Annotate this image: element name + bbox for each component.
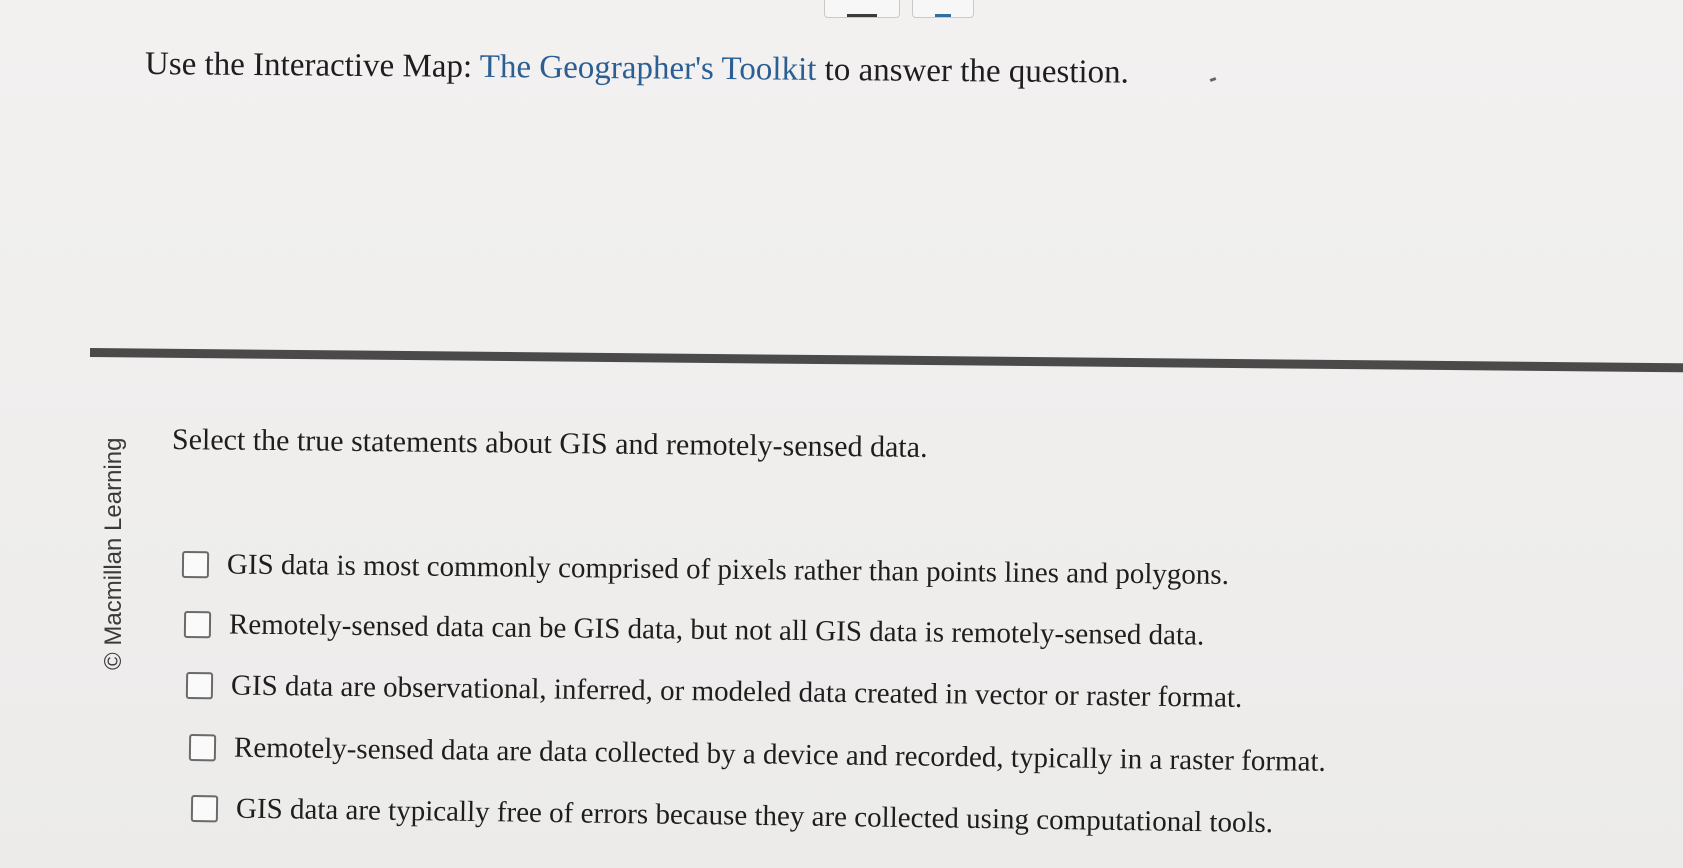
- top-tab-left[interactable]: [824, 0, 900, 18]
- tab-indicator: [935, 14, 951, 17]
- answer-option-label: GIS data are typically free of errors be…: [235, 792, 1274, 840]
- answer-option[interactable]: GIS data is most commonly comprised of p…: [181, 548, 1230, 592]
- answer-checkbox[interactable]: [190, 795, 219, 823]
- answer-checkbox[interactable]: [181, 551, 210, 579]
- answer-option[interactable]: GIS data are observational, inferred, or…: [185, 669, 1243, 715]
- section-divider: [89, 348, 1683, 373]
- instruction-text: Use the Interactive Map: The Geographer'…: [145, 46, 1129, 92]
- copyright-credit: © Macmillan Learning: [100, 437, 127, 670]
- interactive-map-link[interactable]: The Geographer's Toolkit: [480, 49, 817, 88]
- question-prompt: Select the true statements about GIS and…: [171, 423, 928, 464]
- answer-option[interactable]: GIS data are typically free of errors be…: [190, 792, 1274, 840]
- answer-checkbox[interactable]: [185, 672, 214, 700]
- answer-checkbox[interactable]: [183, 611, 212, 639]
- tab-indicator: [847, 14, 877, 17]
- stray-mark: [1209, 77, 1217, 82]
- answer-checkbox[interactable]: [188, 734, 217, 762]
- answer-option-label: GIS data is most commonly comprised of p…: [226, 548, 1230, 591]
- answer-option-label: Remotely-sensed data are data collected …: [233, 731, 1326, 778]
- answer-option-label: Remotely-sensed data can be GIS data, bu…: [228, 608, 1205, 652]
- instruction-suffix: to answer the question.: [816, 51, 1130, 91]
- answer-option[interactable]: Remotely-sensed data can be GIS data, bu…: [183, 608, 1205, 653]
- top-tab-right[interactable]: [912, 0, 974, 18]
- answer-option[interactable]: Remotely-sensed data are data collected …: [188, 731, 1326, 779]
- instruction-prefix: Use the Interactive Map:: [144, 46, 480, 85]
- answer-option-label: GIS data are observational, inferred, or…: [230, 669, 1243, 714]
